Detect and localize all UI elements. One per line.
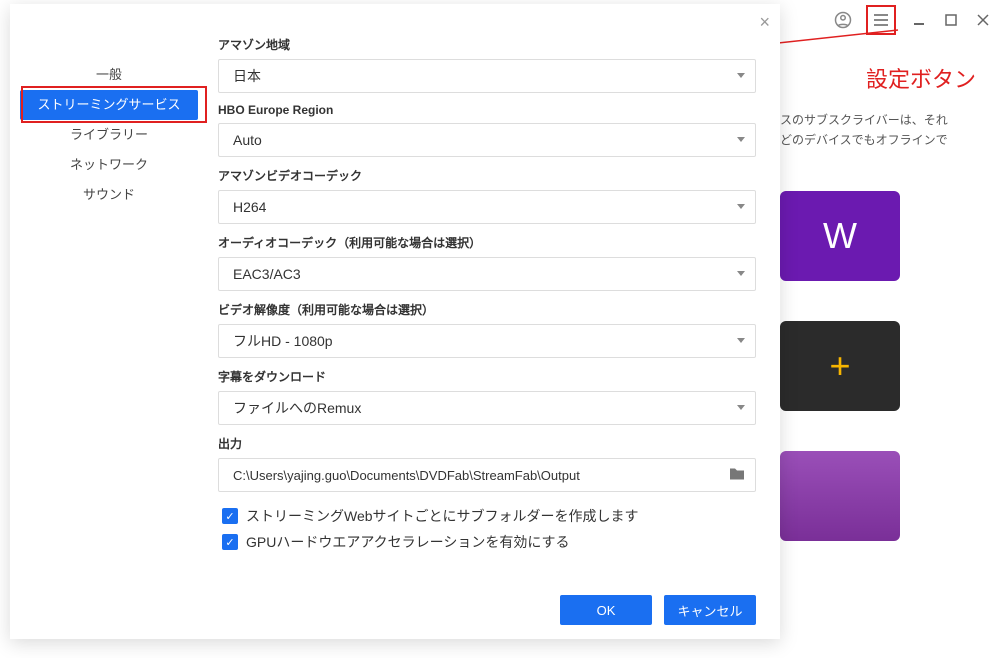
hamburger-icon[interactable] (872, 11, 890, 29)
maximize-icon[interactable] (942, 11, 960, 29)
gpu-checkbox[interactable]: ✓ (222, 534, 238, 550)
sidebar-item-sound[interactable]: サウンド (20, 180, 198, 210)
resolution-label: ビデオ解像度（利用可能な場合は選択） (218, 301, 756, 318)
background-description: スのサブスクライバーは、それ どのデバイスでもオフラインで (780, 110, 1000, 151)
audio-codec-value: EAC3/AC3 (233, 266, 301, 282)
close-window-icon[interactable] (974, 11, 992, 29)
cancel-button[interactable]: キャンセル (664, 595, 756, 625)
folder-icon[interactable] (729, 467, 745, 484)
hbo-region-value: Auto (233, 132, 262, 148)
amazon-region-label: アマゾン地域 (218, 36, 756, 53)
chevron-down-icon (737, 204, 745, 209)
resolution-value: フルHD - 1080p (233, 331, 333, 351)
sidebar-item-general[interactable]: 一般 (20, 60, 198, 90)
subtitles-value: ファイルへのRemux (233, 398, 361, 418)
video-codec-label: アマゾンビデオコーデック (218, 167, 756, 184)
audio-codec-label: オーディオコーデック（利用可能な場合は選択） (218, 234, 756, 251)
service-tile[interactable] (780, 451, 900, 541)
subfolder-checkbox-row[interactable]: ✓ ストリーミングWebサイトごとにサブフォルダーを作成します (218, 506, 756, 526)
background-content: スのサブスクライバーは、それ どのデバイスでもオフラインで W + (780, 110, 1000, 581)
amazon-region-select[interactable]: 日本 (218, 59, 756, 93)
bg-descr-line2: どのデバイスでもオフラインで (780, 133, 948, 147)
video-codec-value: H264 (233, 199, 266, 215)
service-tile[interactable]: + (780, 321, 900, 411)
sidebar-item-library[interactable]: ライブラリー (20, 120, 198, 150)
output-path-field[interactable]: C:\Users\yajing.guo\Documents\DVDFab\Str… (218, 458, 756, 492)
settings-body: アマゾン地域 日本 HBO Europe Region Auto アマゾンビデオ… (208, 4, 780, 639)
settings-sidebar: 一般 ストリーミングサービス ライブラリー ネットワーク サウンド (10, 4, 208, 639)
subtitles-label: 字幕をダウンロード (218, 368, 756, 385)
chevron-down-icon (737, 405, 745, 410)
sidebar-item-streaming[interactable]: ストリーミングサービス (20, 90, 198, 120)
chevron-down-icon (737, 73, 745, 78)
hbo-region-select[interactable]: Auto (218, 123, 756, 157)
account-icon[interactable] (834, 11, 852, 29)
subfolder-checkbox[interactable]: ✓ (222, 508, 238, 524)
gpu-checkbox-row[interactable]: ✓ GPUハードウエアアクセラレーションを有効にする (218, 532, 756, 552)
resolution-select[interactable]: フルHD - 1080p (218, 324, 756, 358)
sidebar-item-network[interactable]: ネットワーク (20, 150, 198, 180)
ok-button[interactable]: OK (560, 595, 652, 625)
chevron-down-icon (737, 137, 745, 142)
subtitles-select[interactable]: ファイルへのRemux (218, 391, 756, 425)
minimize-icon[interactable] (910, 11, 928, 29)
hbo-region-label: HBO Europe Region (218, 103, 756, 117)
dialog-footer: OK キャンセル (560, 595, 756, 625)
video-codec-select[interactable]: H264 (218, 190, 756, 224)
gpu-checkbox-label: GPUハードウエアアクセラレーションを有効にする (246, 532, 570, 552)
chevron-down-icon (737, 271, 745, 276)
service-tile[interactable]: W (780, 191, 900, 281)
settings-dialog: × 一般 ストリーミングサービス ライブラリー ネットワーク サウンド アマゾン… (10, 4, 780, 639)
output-path-value: C:\Users\yajing.guo\Documents\DVDFab\Str… (233, 468, 580, 483)
output-label: 出力 (218, 435, 756, 452)
audio-codec-select[interactable]: EAC3/AC3 (218, 257, 756, 291)
amazon-region-value: 日本 (233, 66, 261, 86)
subfolder-checkbox-label: ストリーミングWebサイトごとにサブフォルダーを作成します (246, 506, 639, 526)
settings-button-highlight (866, 5, 896, 35)
bg-descr-line1: スのサブスクライバーは、それ (780, 113, 948, 127)
annotation-label: 設定ボタン (866, 62, 976, 94)
chevron-down-icon (737, 338, 745, 343)
